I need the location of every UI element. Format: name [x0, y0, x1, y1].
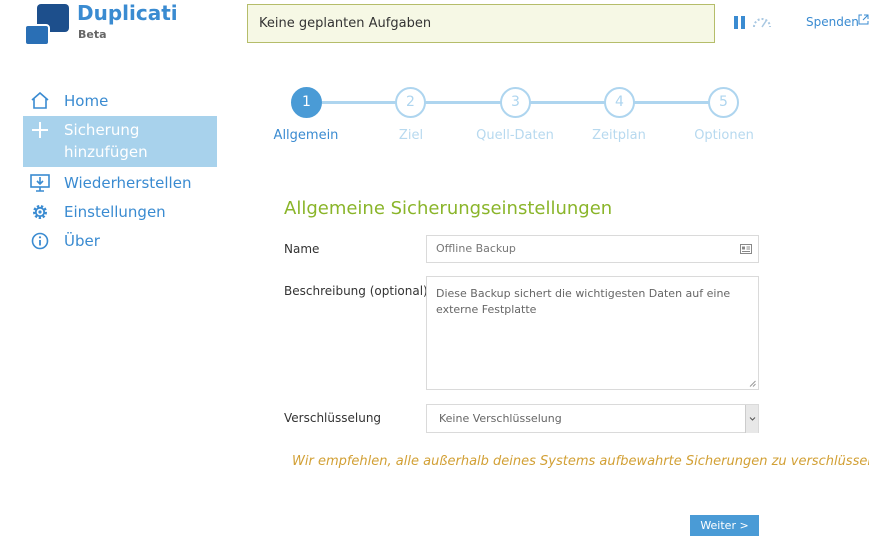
sidebar-item-label: Über: [64, 232, 100, 250]
duplicati-logo[interactable]: [22, 2, 72, 46]
sidebar-item-home[interactable]: Home: [23, 87, 217, 116]
status-text: Keine geplanten Aufgaben: [259, 16, 432, 31]
wizard-step-1[interactable]: 1: [291, 87, 322, 118]
status-bar[interactable]: Keine geplanten Aufgaben: [247, 4, 715, 43]
throttle-icon[interactable]: [752, 16, 772, 28]
logo-front-square: [24, 24, 50, 46]
description-textarea[interactable]: Diese Backup sichert die wichtigesten Da…: [426, 276, 759, 390]
home-icon: [23, 92, 57, 112]
wizard-step-label-general[interactable]: Allgemein: [261, 128, 351, 143]
wizard-step-3[interactable]: 3: [500, 87, 531, 118]
encryption-select[interactable]: Keine Verschlüsselung: [426, 404, 759, 433]
name-input-value: Offline Backup: [436, 242, 516, 255]
sidebar-nav: Home Sicherung hinzufügen Wiederherstell…: [23, 87, 217, 256]
brand-title[interactable]: Duplicati: [77, 1, 178, 25]
sidebar-item-add-backup[interactable]: Sicherung hinzufügen: [23, 116, 217, 167]
wizard-step-label-schedule[interactable]: Zeitplan: [574, 128, 664, 143]
sidebar-item-settings[interactable]: Einstellungen: [23, 198, 217, 227]
info-icon: [23, 232, 57, 252]
name-label: Name: [284, 242, 320, 256]
id-card-icon[interactable]: [740, 244, 752, 254]
sidebar-item-label: Wiederherstellen: [64, 174, 192, 192]
description-textarea-value: Diese Backup sichert die wichtigesten Da…: [436, 287, 731, 316]
description-label: Beschreibung (optional): [284, 284, 428, 298]
app-header: Duplicati Beta Keine geplanten Aufgaben …: [0, 0, 869, 48]
sidebar-item-label: Sicherung hinzufügen: [64, 121, 148, 161]
name-input[interactable]: Offline Backup: [426, 235, 759, 263]
restore-icon: [23, 174, 57, 194]
wizard-step-label-destination[interactable]: Ziel: [366, 128, 456, 143]
resize-handle-icon[interactable]: [749, 380, 756, 387]
plus-icon: [23, 121, 57, 141]
wizard-step-label-source[interactable]: Quell-Daten: [470, 128, 560, 143]
sidebar-item-about[interactable]: Über: [23, 227, 217, 256]
gear-icon: [23, 203, 57, 223]
chevron-down-icon[interactable]: [745, 405, 758, 433]
sidebar-item-label: Einstellungen: [64, 203, 166, 221]
sidebar-item-label: Home: [64, 92, 109, 110]
wizard-step-2[interactable]: 2: [395, 87, 426, 118]
sidebar-item-restore[interactable]: Wiederherstellen: [23, 169, 217, 198]
brand-subtitle: Beta: [78, 28, 107, 41]
encryption-select-value: Keine Verschlüsselung: [439, 412, 562, 425]
pause-icon[interactable]: [734, 16, 745, 29]
encryption-label: Verschlüsselung: [284, 411, 382, 425]
next-button[interactable]: Weiter >: [690, 515, 759, 536]
wizard-step-4[interactable]: 4: [604, 87, 635, 118]
external-link-icon[interactable]: [858, 14, 869, 25]
donate-link[interactable]: Spenden: [806, 15, 859, 29]
section-title: Allgemeine Sicherungseinstellungen: [284, 198, 613, 219]
wizard-step-5[interactable]: 5: [708, 87, 739, 118]
encryption-warning: Wir empfehlen, alle außerhalb deines Sys…: [292, 454, 869, 469]
wizard-step-label-options[interactable]: Optionen: [679, 128, 769, 143]
